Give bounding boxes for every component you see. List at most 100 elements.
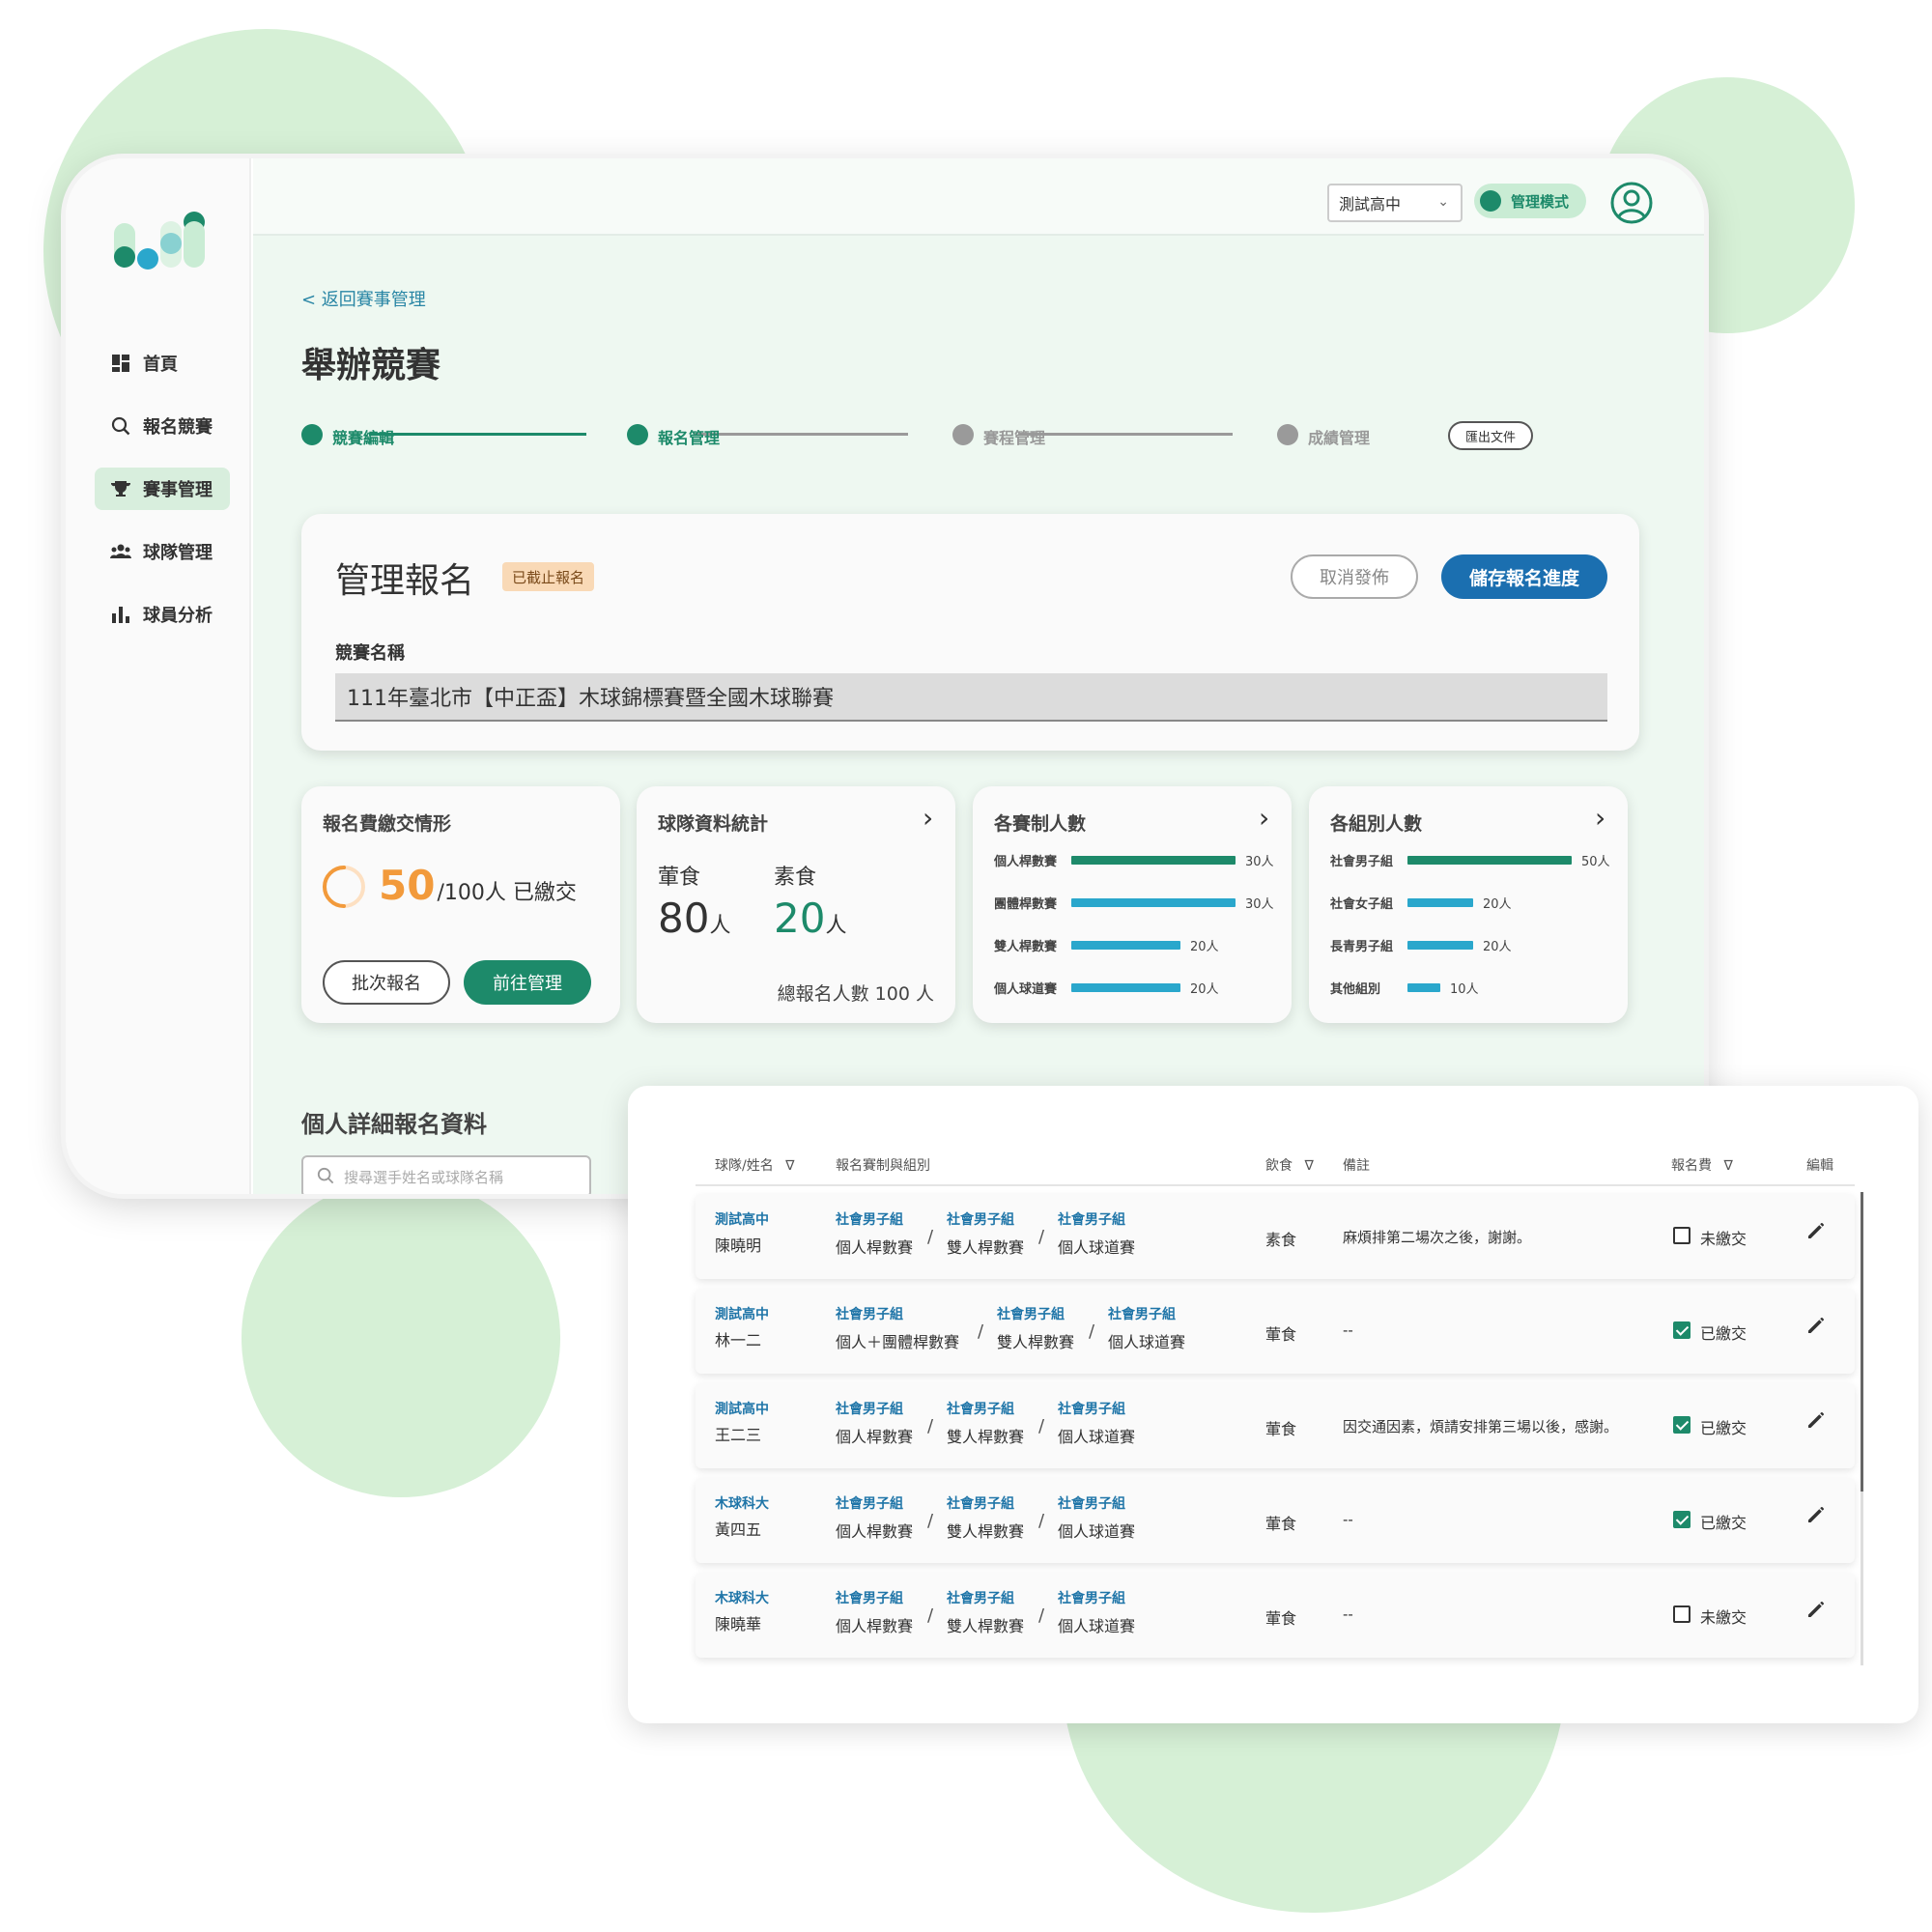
sidebar-item-events[interactable]: 賽事管理 [95, 468, 230, 510]
app-window: 首頁 報名競賽 賽事管理 球隊管理 球員分析 測試高中 ⌄ 管理模式 < 返回賽… [66, 158, 1704, 1194]
user-avatar-icon[interactable] [1610, 182, 1653, 224]
player-name: 黃四五 [715, 1520, 762, 1539]
fee-checkbox[interactable] [1673, 1416, 1690, 1434]
dashboard-icon [108, 354, 133, 373]
admin-mode-label: 管理模式 [1511, 192, 1570, 211]
event-entry: 社會男子組 個人球道賽 [1058, 1399, 1135, 1447]
fee-checkbox[interactable] [1673, 1227, 1690, 1244]
event-entry: 社會男子組 個人球道賽 [1058, 1209, 1135, 1258]
bar-label: 長青男子組 [1330, 939, 1394, 954]
chevron-down-icon: ⌄ [1437, 194, 1449, 210]
sidebar-item-label: 球隊管理 [143, 543, 213, 563]
separator: / [1089, 1321, 1095, 1342]
event-group: 社會男子組 [836, 1307, 903, 1322]
separator: / [1038, 1605, 1045, 1626]
edit-pencil-icon[interactable] [1804, 1219, 1830, 1244]
go-manage-button[interactable]: 前往管理 [464, 960, 591, 1005]
event-entry: 社會男子組 個人＋團體桿數賽 [836, 1304, 959, 1352]
bar-chart-icon [108, 605, 133, 624]
filter-icon[interactable]: ∇ [1723, 1158, 1732, 1174]
bar-fill [1071, 897, 1236, 907]
event-name: 個人球道賽 [1058, 1617, 1136, 1635]
edit-pencil-icon[interactable] [1804, 1503, 1830, 1528]
edit-pencil-icon[interactable] [1804, 1598, 1830, 1623]
edit-pencil-icon[interactable] [1804, 1408, 1830, 1434]
chevron-right-icon[interactable]: › [1595, 802, 1605, 834]
step-label[interactable]: 競賽編輯 [332, 425, 394, 448]
bar-row: 個人球道賽 20人 [994, 976, 1219, 999]
table-row[interactable]: 測試高中 林一二 社會男子組 個人＋團體桿數賽 / 社會男子組 雙人桿數賽 / 社會男子組 個人球… [696, 1289, 1855, 1374]
chevron-right-icon[interactable]: › [1259, 802, 1269, 834]
bar-value: 20人 [1483, 939, 1512, 954]
event-entry: 社會男子組 雙人桿數賽 [947, 1209, 1024, 1258]
sidebar-item-home[interactable]: 首頁 [95, 342, 230, 384]
separator: / [927, 1511, 934, 1531]
bar-fill [1407, 855, 1572, 865]
fee-checkbox[interactable] [1673, 1605, 1690, 1623]
manage-registration-card: 管理報名 已截止報名 取消發佈 儲存報名進度 競賽名稱 111年臺北市【中正盃】… [301, 514, 1639, 751]
table-row[interactable]: 木球科大 黃四五 社會男子組 個人桿數賽 / 社會男子組 雙人桿數賽 / 社會男子組 個人球道賽 葷… [696, 1478, 1855, 1563]
bar-label: 個人球道賽 [994, 981, 1058, 997]
sidebar-item-analysis[interactable]: 球員分析 [95, 593, 230, 636]
step-dot[interactable] [952, 424, 974, 445]
step-dot[interactable] [1277, 424, 1298, 445]
filter-icon[interactable]: ∇ [1304, 1158, 1313, 1174]
team-name: 測試高中 [715, 1212, 769, 1228]
card-title: 球隊資料統計 [658, 813, 769, 835]
sidebar-item-register[interactable]: 報名競賽 [95, 405, 230, 447]
filter-icon[interactable]: ∇ [785, 1158, 794, 1174]
event-group: 社會男子組 [947, 1591, 1014, 1606]
column-header-fee[interactable]: 報名費 ∇ [1671, 1155, 1733, 1175]
event-group: 社會男子組 [836, 1496, 903, 1512]
event-name: 雙人桿數賽 [947, 1522, 1025, 1541]
export-button[interactable]: 匯出文件 [1448, 421, 1533, 450]
back-link[interactable]: < 返回賽事管理 [301, 286, 426, 311]
batch-register-button[interactable]: 批次報名 [323, 960, 450, 1005]
sidebar-item-teams[interactable]: 球隊管理 [95, 530, 230, 573]
veg-value: 20 [774, 895, 826, 942]
bar-label: 社會男子組 [1330, 854, 1394, 869]
bar-value: 30人 [1245, 854, 1274, 869]
player-search-input[interactable]: 搜尋選手姓名或球隊名稱 [301, 1155, 591, 1194]
event-name: 個人球道賽 [1058, 1238, 1136, 1257]
column-header-name[interactable]: 球隊/姓名 ∇ [715, 1155, 795, 1175]
step-label[interactable]: 報名管理 [658, 425, 720, 448]
table-row[interactable]: 測試高中 王二三 社會男子組 個人桿數賽 / 社會男子組 雙人桿數賽 / 社會男子組 個人球道賽 葷… [696, 1383, 1855, 1468]
competition-name-field[interactable]: 111年臺北市【中正盃】木球錦標賽暨全國木球聯賽 [335, 673, 1607, 722]
table-row[interactable]: 測試高中 陳曉明 社會男子組 個人桿數賽 / 社會男子組 雙人桿數賽 / 社會男子組 個人球道賽 素… [696, 1194, 1855, 1279]
step-dot[interactable] [301, 424, 323, 445]
bar-row: 社會男子組 50人 [1330, 848, 1610, 871]
trophy-icon [108, 480, 133, 497]
save-progress-button[interactable]: 儲存報名進度 [1441, 554, 1607, 599]
sidebar-item-label: 賽事管理 [143, 480, 213, 500]
school-select[interactable]: 測試高中 ⌄ [1327, 184, 1463, 222]
step-dot[interactable] [627, 424, 648, 445]
step-label[interactable]: 賽程管理 [983, 425, 1045, 448]
separator: / [927, 1605, 934, 1626]
diet-value: 素食 [1265, 1231, 1297, 1249]
cancel-publish-button[interactable]: 取消發佈 [1291, 554, 1418, 599]
team-name: 木球科大 [715, 1591, 769, 1606]
fee-checkbox[interactable] [1673, 1321, 1690, 1339]
player-name: 陳曉華 [715, 1615, 762, 1634]
bar-fill [1071, 855, 1236, 865]
step-label[interactable]: 成績管理 [1308, 425, 1370, 448]
fee-checkbox[interactable] [1673, 1511, 1690, 1528]
scrollbar[interactable] [1861, 1192, 1863, 1665]
column-header-diet[interactable]: 飲食 ∇ [1265, 1155, 1314, 1175]
card-title: 各賽制人數 [994, 813, 1087, 835]
bar-value: 20人 [1483, 896, 1512, 912]
bar-row: 個人桿數賽 30人 [994, 848, 1274, 871]
separator: / [978, 1321, 984, 1342]
diet-value: 葷食 [1265, 1609, 1297, 1628]
admin-mode-toggle[interactable]: 管理模式 [1474, 184, 1586, 218]
event-group: 社會男子組 [836, 1402, 903, 1417]
chevron-right-icon[interactable]: › [923, 802, 933, 834]
diet-value: 葷食 [1265, 1325, 1297, 1344]
table-row[interactable]: 木球科大 陳曉華 社會男子組 個人桿數賽 / 社會男子組 雙人桿數賽 / 社會男子組 個人球道賽 葷… [696, 1573, 1855, 1658]
event-name: 雙人桿數賽 [947, 1617, 1025, 1635]
edit-pencil-icon[interactable] [1804, 1314, 1830, 1339]
bar-fill [1407, 982, 1440, 992]
unit: 人 [825, 914, 847, 938]
header-label: 球隊/姓名 [715, 1158, 774, 1174]
